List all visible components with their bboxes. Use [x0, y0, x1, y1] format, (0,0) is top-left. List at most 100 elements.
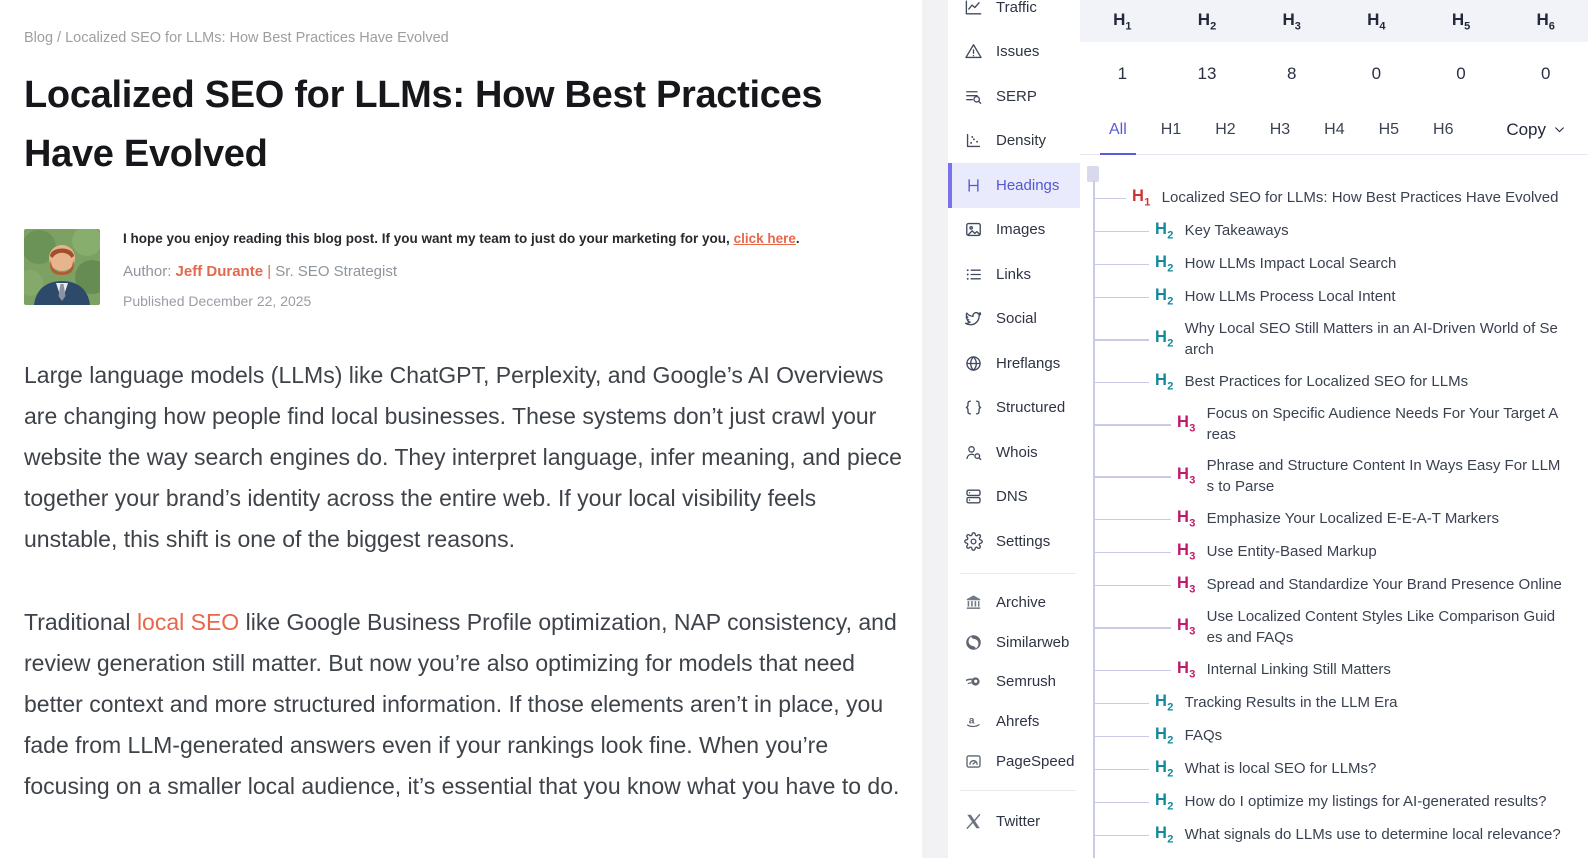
- heading-level-badge: H1: [1132, 187, 1151, 208]
- sidebar-item-settings[interactable]: Settings: [948, 519, 1080, 564]
- sidebar-item-serp[interactable]: SERP: [948, 74, 1080, 119]
- heading-tree-item[interactable]: H2 Tracking Results in the LLM Era: [1080, 686, 1562, 719]
- heading-tree-item[interactable]: H2 Why Local SEO Still Matters in an AI-…: [1080, 313, 1562, 365]
- sidebar-item-semrush[interactable]: Semrush: [948, 662, 1080, 702]
- tab-h1[interactable]: H1: [1158, 105, 1184, 154]
- sidebar-item-label: Semrush: [996, 673, 1056, 690]
- gear-icon: [964, 532, 983, 551]
- headings-analysis-panel: H1 H2 H3 H4 H5 H6 1 13 8 0 0 0 All H1 H2…: [1080, 0, 1588, 858]
- heading-text: Spread and Standardize Your Brand Presen…: [1207, 574, 1562, 595]
- sidebar-item-headings[interactable]: Headings: [948, 163, 1080, 208]
- twitter-bird-icon: [964, 309, 983, 328]
- sidebar-nav-group: Traffic Issues SERP Density Headings Ima: [948, 0, 1080, 564]
- sidebar-item-structured[interactable]: Structured: [948, 386, 1080, 431]
- heading-text: Use Localized Content Styles Like Compar…: [1207, 606, 1562, 648]
- heading-level-badge: H3: [1177, 616, 1196, 637]
- heading-tree-item[interactable]: H3 Focus on Specific Audience Needs For …: [1080, 398, 1562, 450]
- heading-tree-item[interactable]: H3 Use Entity-Based Markup: [1080, 535, 1562, 568]
- heading-level-badge: H3: [1177, 541, 1196, 562]
- summary-label-h5: H5: [1419, 10, 1504, 32]
- heading-tree-item[interactable]: H3 Phrase and Structure Content In Ways …: [1080, 450, 1562, 502]
- author-box: I hope you enjoy reading this blog post.…: [24, 229, 922, 309]
- tab-h6[interactable]: H6: [1430, 105, 1456, 154]
- sidebar-item-label: PageSpeed: [996, 753, 1074, 770]
- semrush-logo-icon: [964, 672, 983, 691]
- heading-text: Key Takeaways: [1185, 220, 1289, 241]
- sidebar-item-issues[interactable]: Issues: [948, 30, 1080, 75]
- author-separator: |: [263, 263, 275, 280]
- sidebar-item-label: Hreflangs: [996, 355, 1060, 372]
- tab-h3[interactable]: H3: [1267, 105, 1293, 154]
- author-label: Author:: [123, 263, 176, 280]
- heading-level-badge: H2: [1155, 328, 1174, 349]
- headings-summary-counts: 1 13 8 0 0 0: [1080, 42, 1588, 105]
- heading-text: What is local SEO for LLMs?: [1185, 758, 1377, 779]
- headings-filter-tabs: All H1 H2 H3 H4 H5 H6 Copy: [1080, 105, 1588, 155]
- heading-level-badge: H3: [1177, 574, 1196, 595]
- sidebar-item-links[interactable]: Links: [948, 252, 1080, 297]
- summary-label-h4: H4: [1334, 10, 1419, 32]
- heading-tree-item[interactable]: H3 Internal Linking Still Matters: [1080, 653, 1562, 686]
- sidebar-item-density[interactable]: Density: [948, 119, 1080, 164]
- heading-text: How LLMs Process Local Intent: [1185, 286, 1396, 307]
- author-avatar: [24, 229, 100, 305]
- headings-summary-header: H1 H2 H3 H4 H5 H6: [1080, 0, 1588, 42]
- sidebar-item-hreflangs[interactable]: Hreflangs: [948, 341, 1080, 386]
- sidebar-item-images[interactable]: Images: [948, 208, 1080, 253]
- heading-text: Best Practices for Localized SEO for LLM…: [1185, 371, 1468, 392]
- heading-level-badge: H3: [1177, 659, 1196, 680]
- sidebar-social-group: Twitter: [948, 800, 1080, 844]
- heading-tree-item[interactable]: H2 What is local SEO for LLMs?: [1080, 752, 1562, 785]
- tab-h5[interactable]: H5: [1376, 105, 1402, 154]
- heading-level-badge: H2: [1155, 692, 1174, 713]
- heading-tree-item[interactable]: H2 How LLMs Impact Local Search: [1080, 247, 1562, 280]
- ahrefs-logo-icon: a: [964, 712, 983, 731]
- heading-level-badge: H2: [1155, 371, 1174, 392]
- sidebar-item-label: Traffic: [996, 0, 1037, 16]
- sidebar-item-dns[interactable]: DNS: [948, 475, 1080, 520]
- copy-dropdown-button[interactable]: Copy: [1506, 105, 1566, 154]
- heading-tree-item[interactable]: H2 Best Practices for Localized SEO for …: [1080, 365, 1562, 398]
- heading-tree-item[interactable]: H2 Key Takeaways: [1080, 214, 1562, 247]
- heading-level-badge: H2: [1155, 220, 1174, 241]
- summary-label-h3: H3: [1249, 10, 1334, 32]
- sidebar-item-twitter[interactable]: Twitter: [948, 800, 1080, 844]
- sidebar-item-label: Archive: [996, 594, 1046, 611]
- tab-h4[interactable]: H4: [1321, 105, 1347, 154]
- author-note-period: .: [796, 231, 800, 246]
- sidebar-item-traffic[interactable]: Traffic: [948, 0, 1080, 30]
- sidebar-item-archive[interactable]: Archive: [948, 583, 1080, 623]
- click-here-link[interactable]: click here: [734, 231, 796, 246]
- h1-count: 1: [1080, 64, 1165, 84]
- paragraph-2-text: Traditional: [24, 609, 137, 635]
- breadcrumb[interactable]: Blog / Localized SEO for LLMs: How Best …: [24, 0, 922, 46]
- x-twitter-icon: [964, 812, 983, 831]
- author-name-link[interactable]: Jeff Durante: [176, 263, 264, 280]
- heading-tree-item[interactable]: H2 What signals do LLMs use to determine…: [1080, 818, 1562, 851]
- sidebar-item-pagespeed[interactable]: PageSpeed: [948, 741, 1080, 781]
- local-seo-link[interactable]: local SEO: [137, 609, 239, 635]
- heading-h-icon: [964, 176, 983, 195]
- heading-tree-item[interactable]: H3 Spread and Standardize Your Brand Pre…: [1080, 568, 1562, 601]
- sidebar-item-ahrefs[interactable]: a Ahrefs: [948, 702, 1080, 742]
- heading-tree-item[interactable]: H2 How LLMs Process Local Intent: [1080, 280, 1562, 313]
- heading-level-badge: H2: [1155, 824, 1174, 845]
- heading-tree-item[interactable]: H2 How do I optimize my listings for AI-…: [1080, 785, 1562, 818]
- heading-tree-item[interactable]: H1 Localized SEO for LLMs: How Best Prac…: [1080, 181, 1562, 214]
- sidebar-item-label: Headings: [996, 177, 1059, 194]
- h2-count: 13: [1165, 64, 1250, 84]
- sidebar-tools-group: Archive Similarweb Semrush a Ahrefs Page…: [948, 583, 1080, 781]
- sidebar-item-whois[interactable]: Whois: [948, 430, 1080, 475]
- heading-tree-item[interactable]: H3 Use Localized Content Styles Like Com…: [1080, 601, 1562, 653]
- scatter-chart-icon: [964, 131, 983, 150]
- heading-level-badge: H2: [1155, 758, 1174, 779]
- heading-level-badge: H2: [1155, 725, 1174, 746]
- heading-text: Localized SEO for LLMs: How Best Practic…: [1162, 187, 1559, 208]
- tab-all[interactable]: All: [1106, 105, 1130, 154]
- tab-h2[interactable]: H2: [1212, 105, 1238, 154]
- sidebar-item-similarweb[interactable]: Similarweb: [948, 622, 1080, 662]
- heading-tree-item[interactable]: H2 FAQs: [1080, 719, 1562, 752]
- author-note-text: I hope you enjoy reading this blog post.…: [123, 231, 734, 246]
- sidebar-item-social[interactable]: Social: [948, 297, 1080, 342]
- heading-tree-item[interactable]: H3 Emphasize Your Localized E-E-A-T Mark…: [1080, 502, 1562, 535]
